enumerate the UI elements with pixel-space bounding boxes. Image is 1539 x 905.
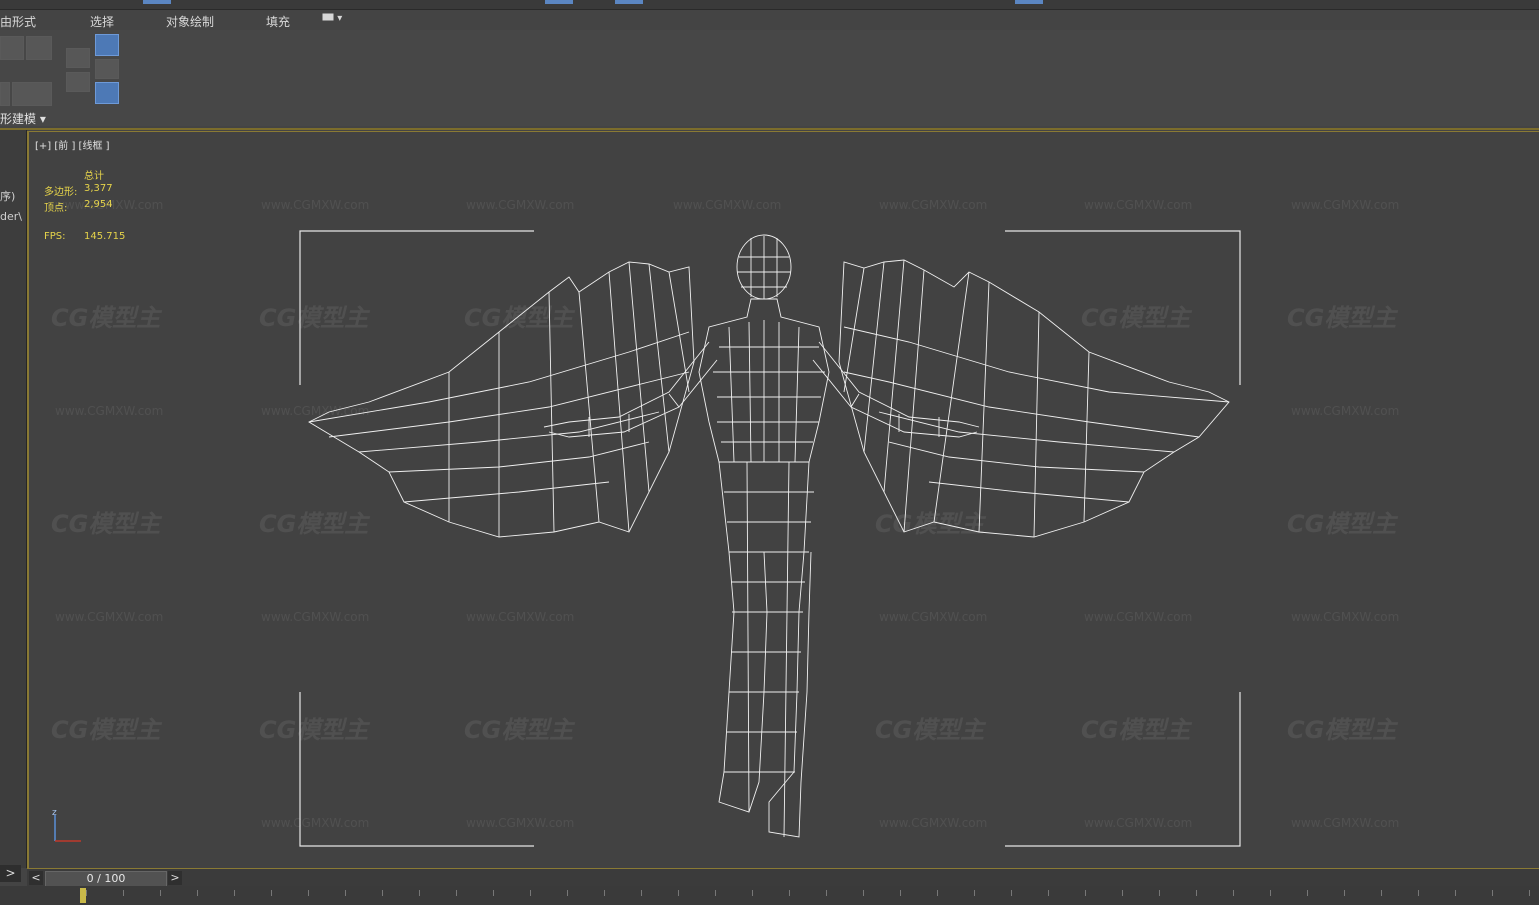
tab-populate[interactable]: 填充 xyxy=(266,13,290,30)
track-ruler[interactable] xyxy=(0,886,1539,905)
ruler-tick xyxy=(1233,890,1234,896)
toolbar-highlight xyxy=(545,0,573,4)
wireframe-torso xyxy=(698,298,830,463)
align-bottom-button[interactable] xyxy=(66,72,90,92)
wireframe-model xyxy=(308,234,1230,838)
tool-button[interactable] xyxy=(0,82,10,106)
ruler-tick xyxy=(1048,890,1049,896)
panel-stub-text: der\ xyxy=(0,210,22,223)
ruler-tick xyxy=(1085,890,1086,896)
tab-selection[interactable]: 选择 xyxy=(90,13,114,30)
constraint-button[interactable] xyxy=(95,34,119,56)
toolbar-highlight xyxy=(615,0,643,4)
ruler-tick xyxy=(826,890,827,896)
wireframe-left-wing xyxy=(308,261,695,538)
ruler-tick xyxy=(641,890,642,896)
ruler-tick xyxy=(1011,890,1012,896)
box-button[interactable] xyxy=(26,36,52,60)
generate-button[interactable] xyxy=(12,82,52,106)
ruler-tick xyxy=(493,890,494,896)
ruler-tick xyxy=(382,890,383,896)
slide-button[interactable] xyxy=(95,59,119,79)
ruler-tick xyxy=(1381,890,1382,896)
ruler-tick xyxy=(1122,890,1123,896)
ruler-tick xyxy=(86,890,87,896)
ruler-tick xyxy=(1270,890,1271,896)
ribbon-options-dropdown[interactable]: ▾ xyxy=(322,13,342,24)
ruler-tick xyxy=(715,890,716,896)
ruler-tick xyxy=(1492,890,1493,896)
ribbon-group-dropdown[interactable]: 形建模 ▾ xyxy=(0,110,46,127)
time-slider[interactable]: 0 / 100 xyxy=(45,871,167,887)
time-slider-bar: < 0 / 100 > xyxy=(27,868,1539,887)
chevron-down-icon: ▾ xyxy=(337,13,343,24)
ruler-tick xyxy=(974,890,975,896)
wireframe-legs xyxy=(718,461,814,838)
ruler-tick xyxy=(937,890,938,896)
front-viewport[interactable]: [+] [前 ] [线框 ] 总计 多边形: 3,377 顶点: 2,954 F… xyxy=(27,131,1539,869)
ruler-tick xyxy=(123,890,124,896)
ruler-tick xyxy=(419,890,420,896)
tab-freeform[interactable]: 由形式 xyxy=(0,13,36,30)
group-label: 形建模 xyxy=(0,112,37,126)
axis-gizmo: z xyxy=(49,807,89,851)
ruler-tick xyxy=(308,890,309,896)
ruler-tick xyxy=(1159,890,1160,896)
axis-gizmo-icon: z xyxy=(52,808,81,842)
time-next-button[interactable]: > xyxy=(168,871,182,885)
plane-button[interactable] xyxy=(0,36,24,60)
display-icon xyxy=(322,13,334,21)
expand-panel-button[interactable]: > xyxy=(0,865,21,882)
ruler-tick xyxy=(789,890,790,896)
wireframe-arms xyxy=(543,341,980,438)
align-top-button[interactable] xyxy=(66,48,90,68)
ruler-tick xyxy=(456,890,457,896)
ruler-tick xyxy=(900,890,901,896)
ruler-tick xyxy=(604,890,605,896)
panel-divider xyxy=(0,128,1539,130)
command-panel-edge: 序) der\ > xyxy=(0,130,27,882)
wireframe-head xyxy=(736,234,792,300)
ruler-tick xyxy=(1344,890,1345,896)
ruler-tick xyxy=(567,890,568,896)
toolbar-highlight xyxy=(1015,0,1043,4)
ribbon-panel: 形建模 ▾ xyxy=(0,30,1539,126)
ruler-tick xyxy=(160,890,161,896)
preserve-uvs-button[interactable] xyxy=(95,82,119,104)
axis-z-label: z xyxy=(52,808,57,818)
top-strip xyxy=(0,0,1539,10)
ruler-tick xyxy=(234,890,235,896)
wireframe-right-wing xyxy=(838,259,1230,538)
toolbar-highlight xyxy=(143,0,171,4)
ruler-tick xyxy=(271,890,272,896)
ruler-tick xyxy=(863,890,864,896)
ruler-tick xyxy=(530,890,531,896)
ruler-tick xyxy=(1418,890,1419,896)
time-prev-button[interactable]: < xyxy=(29,871,43,885)
tab-object-paint[interactable]: 对象绘制 xyxy=(166,13,214,30)
ruler-tick xyxy=(197,890,198,896)
panel-stub-text: 序) xyxy=(0,190,16,203)
ruler-tick xyxy=(752,890,753,896)
ruler-tick xyxy=(1196,890,1197,896)
ruler-tick xyxy=(678,890,679,896)
ruler-tick xyxy=(1455,890,1456,896)
ruler-tick xyxy=(1529,890,1530,896)
ruler-tick xyxy=(1307,890,1308,896)
chevron-down-icon: ▾ xyxy=(39,112,46,126)
ribbon-tabs: 由形式 选择 对象绘制 填充 ▾ xyxy=(0,10,1539,30)
ruler-tick xyxy=(345,890,346,896)
